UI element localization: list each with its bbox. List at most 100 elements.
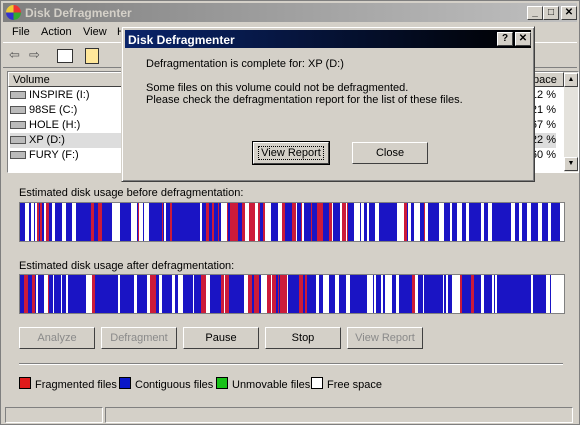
- usage-stripe: [146, 275, 147, 313]
- menu-file[interactable]: File: [12, 26, 30, 38]
- pause-button[interactable]: Pause: [183, 327, 259, 349]
- usage-stripe: [473, 203, 475, 241]
- usage-stripe: [295, 275, 299, 313]
- usage-stripe: [475, 203, 479, 241]
- usage-stripe: [456, 203, 457, 241]
- usage-stripe: [194, 275, 198, 313]
- volume-list-scrollbar[interactable]: ▲ ▼: [564, 72, 578, 172]
- usage-stripe: [48, 275, 49, 313]
- usage-stripe: [157, 203, 159, 241]
- usage-stripe: [339, 275, 342, 313]
- back-arrow-icon[interactable]: ⇦: [9, 47, 20, 63]
- usage-stripe: [299, 275, 303, 313]
- usage-stripe: [261, 275, 265, 313]
- usage-stripe: [252, 275, 254, 313]
- usage-stripe: [209, 203, 212, 241]
- usage-stripe: [522, 203, 523, 241]
- usage-stripe: [79, 275, 82, 313]
- scroll-down-icon[interactable]: ▼: [564, 157, 578, 171]
- usage-stripe: [214, 275, 216, 313]
- minimize-button[interactable]: _: [527, 6, 543, 20]
- usage-stripe: [193, 275, 194, 313]
- usage-stripe: [280, 203, 282, 241]
- usage-stripe: [112, 203, 116, 241]
- usage-stripe: [120, 203, 123, 241]
- usage-stripe: [503, 275, 507, 313]
- usage-stripe: [34, 203, 35, 241]
- usage-stripe: [286, 203, 290, 241]
- close-button[interactable]: ✕: [561, 6, 577, 20]
- usage-stripe: [147, 275, 150, 313]
- usage-stripe: [484, 275, 488, 313]
- dialog-view-report-button[interactable]: View Report: [252, 141, 330, 165]
- usage-stripe: [304, 203, 308, 241]
- usage-stripe: [285, 203, 286, 241]
- usage-stripe: [54, 275, 58, 313]
- usage-stripe: [140, 203, 143, 241]
- usage-stripe: [493, 275, 494, 313]
- menu-action[interactable]: Action: [41, 26, 72, 38]
- usage-stripe: [498, 203, 502, 241]
- usage-stripe: [444, 275, 446, 313]
- usage-stripe: [126, 275, 130, 313]
- usage-stripe: [405, 275, 409, 313]
- legend-contiguous: Contiguous files: [119, 377, 213, 391]
- usage-stripe: [494, 275, 495, 313]
- usage-stripe: [399, 275, 401, 313]
- usage-stripe: [159, 203, 162, 241]
- usage-stripe: [212, 203, 214, 241]
- usage-stripe: [210, 275, 214, 313]
- forward-arrow-icon[interactable]: ⇨: [29, 47, 40, 63]
- usage-stripe: [420, 275, 423, 313]
- usage-stripe: [317, 203, 319, 241]
- defragment-button[interactable]: Defragment: [101, 327, 177, 349]
- maximize-button[interactable]: □: [543, 6, 559, 20]
- scroll-up-icon[interactable]: ▲: [564, 73, 578, 87]
- usage-stripe: [49, 275, 53, 313]
- usage-stripe: [127, 203, 128, 241]
- usage-stripe: [76, 275, 79, 313]
- usage-stripe: [348, 203, 350, 241]
- usage-stripe: [392, 275, 396, 313]
- dialog-warning-line1: Some files on this volume could not be d…: [146, 82, 409, 94]
- usage-stripe: [519, 203, 522, 241]
- usage-stripe: [329, 275, 333, 313]
- help-button[interactable]: ?: [497, 32, 513, 46]
- usage-stripe: [42, 275, 44, 313]
- usage-stripe: [44, 203, 46, 241]
- usage-stripe: [430, 275, 432, 313]
- usage-stripe: [467, 275, 471, 313]
- usage-stripe: [24, 203, 25, 241]
- status-bar: [3, 405, 577, 423]
- usage-stripe: [130, 275, 134, 313]
- drive-icon: [10, 121, 26, 130]
- usage-stripe: [378, 203, 379, 241]
- usage-stripe: [327, 203, 329, 241]
- usage-stripe: [106, 203, 108, 241]
- usage-stripe: [340, 203, 342, 241]
- usage-stripe: [353, 275, 354, 313]
- usage-stripe: [364, 203, 367, 241]
- usage-stripe: [278, 275, 279, 313]
- usage-stripe: [425, 203, 426, 241]
- usage-stripe: [363, 275, 367, 313]
- menu-view[interactable]: View: [83, 26, 107, 38]
- show-hide-console-icon[interactable]: [57, 49, 73, 63]
- after-usage-label: Estimated disk usage after defragmentati…: [19, 260, 235, 272]
- usage-stripe: [528, 275, 531, 313]
- properties-icon[interactable]: [85, 48, 99, 64]
- usage-stripe: [105, 203, 106, 241]
- usage-stripe: [248, 275, 252, 313]
- usage-stripe: [131, 203, 135, 241]
- usage-stripe: [221, 203, 224, 241]
- stop-button[interactable]: Stop: [265, 327, 341, 349]
- usage-stripe: [163, 203, 164, 241]
- usage-stripe: [441, 275, 443, 313]
- dialog-close-button[interactable]: Close: [352, 142, 428, 164]
- dialog-close-icon[interactable]: ✕: [515, 32, 531, 46]
- usage-stripe: [404, 203, 407, 241]
- view-report-button[interactable]: View Report: [347, 327, 423, 349]
- usage-stripe: [559, 275, 561, 313]
- analyze-button[interactable]: Analyze: [19, 327, 95, 349]
- legend-fragmented: Fragmented files: [19, 377, 117, 391]
